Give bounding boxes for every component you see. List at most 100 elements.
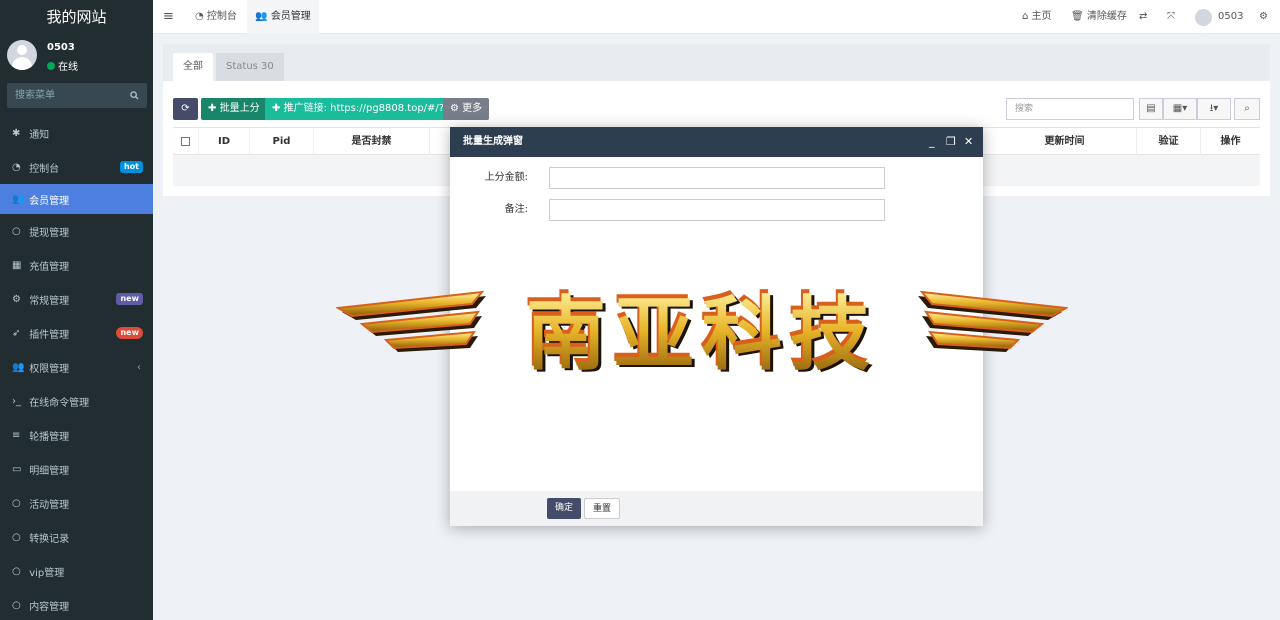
- sidebar-item-label: 插件管理: [29, 329, 70, 341]
- sidebar-item-label: 内容管理: [29, 601, 70, 613]
- refresh-button[interactable]: ⟳: [173, 98, 198, 120]
- sidebar-item-conversions[interactable]: ○ 转换记录: [0, 520, 153, 554]
- column-banned[interactable]: 是否封禁: [314, 128, 430, 156]
- sidebar-item-withdraw[interactable]: ○ 提现管理: [0, 214, 153, 248]
- search-icon: ⌕: [1244, 103, 1250, 114]
- columns-icon: ▦▾: [1172, 103, 1188, 114]
- confirm-button[interactable]: 确定: [547, 498, 582, 519]
- modal-footer: 确定 重置: [450, 491, 983, 526]
- search-icon[interactable]: [130, 83, 139, 108]
- sidebar-item-label: 会员管理: [29, 195, 70, 207]
- clear-cache-label: 清除缓存: [1086, 11, 1127, 22]
- search-menu-input[interactable]: 搜索菜单: [7, 83, 147, 108]
- user-name: 0503: [47, 42, 75, 53]
- sidebar-item-carousel[interactable]: ≡ 轮播管理: [0, 418, 153, 452]
- sidebar-item-label: 通知: [29, 129, 50, 141]
- tab-members[interactable]: 👥 会员管理: [247, 0, 319, 34]
- brand-title[interactable]: 我的网站: [0, 0, 153, 34]
- sidebar-item-label: 权限管理: [29, 363, 70, 375]
- sidebar-item-recharge[interactable]: ▦ 充值管理: [0, 248, 153, 282]
- column-id[interactable]: ID: [199, 128, 250, 156]
- sidebar-item-permissions[interactable]: 👥 权限管理 ‹: [0, 350, 153, 384]
- sidebar-item-activities[interactable]: ○ 活动管理: [0, 486, 153, 520]
- new-badge: new: [116, 327, 143, 339]
- close-icon[interactable]: ✕: [964, 127, 973, 157]
- user-menu[interactable]: 0503: [1195, 0, 1243, 34]
- users-icon: 👥: [12, 193, 25, 205]
- user-status: 在线: [47, 58, 78, 73]
- sidebar-item-vip[interactable]: ○ vip管理: [0, 554, 153, 588]
- sidebar-item-label: 活动管理: [29, 499, 70, 511]
- circle-icon: ○: [12, 497, 21, 509]
- sidebar-item-members[interactable]: 👥 会员管理: [0, 184, 153, 214]
- avatar: [7, 40, 37, 70]
- minimize-icon[interactable]: _: [929, 127, 935, 157]
- sidebar-item-label: 轮播管理: [29, 431, 70, 443]
- table-search-input[interactable]: 搜索: [1006, 98, 1134, 120]
- tab-status-30[interactable]: Status 30: [216, 53, 284, 81]
- calendar-icon: ▭: [12, 463, 22, 475]
- trash-icon: 🗑: [1071, 11, 1084, 22]
- terminal-icon: ›_: [12, 395, 21, 407]
- tab-all[interactable]: 全部: [173, 53, 213, 81]
- sidebar-item-dashboard[interactable]: ◔ 控制台 hot: [0, 150, 153, 184]
- clear-cache-button[interactable]: 🗑 清除缓存: [1071, 0, 1127, 34]
- tab-dashboard[interactable]: ◔ 控制台: [195, 0, 237, 34]
- home-label: 主页: [1031, 11, 1052, 22]
- modal-header: 批量生成弹窗 _ ❐ ✕: [450, 127, 983, 157]
- amount-label: 上分金额:: [484, 172, 528, 183]
- more-button[interactable]: ⚙ 更多: [443, 98, 490, 120]
- sidebar-item-label: 常规管理: [29, 295, 70, 307]
- sidebar-item-label: 提现管理: [29, 227, 70, 239]
- export-button[interactable]: ⭳▾: [1197, 98, 1231, 120]
- new-badge: new: [116, 293, 143, 305]
- top-navbar: ≡ ◔ 控制台 👥 会员管理 ⌂ 主页 🗑 清除缓存 ⇄ ⤧ 0503 ⚙: [153, 0, 1280, 34]
- settings-gear-icon[interactable]: ⚙: [1259, 0, 1268, 34]
- cogs-icon: ⚙: [12, 293, 21, 305]
- column-updated[interactable]: 更新时间: [993, 128, 1137, 156]
- columns-button[interactable]: ▦▾: [1163, 98, 1197, 120]
- batch-add-button[interactable]: ✚ 批量上分: [201, 98, 267, 120]
- online-dot-icon: [47, 61, 55, 70]
- translate-icon[interactable]: ⇄: [1139, 0, 1147, 34]
- sidebar-item-notice[interactable]: ✱ 通知: [0, 116, 153, 150]
- modal-title: 批量生成弹窗: [463, 136, 523, 147]
- sidebar-item-label: vip管理: [29, 567, 65, 579]
- winged-logo-icon: 南亚科技 南亚科技 南亚科技: [334, 284, 1070, 383]
- sidebar-item-label: 在线命令管理: [29, 397, 90, 409]
- dashboard-icon: ◔: [195, 11, 204, 22]
- plus-icon: ✚: [272, 103, 281, 114]
- column-actions[interactable]: 操作: [1201, 128, 1260, 156]
- home-link[interactable]: ⌂ 主页: [1022, 0, 1052, 34]
- sidebar-item-general[interactable]: ⚙ 常规管理 new: [0, 282, 153, 316]
- list-icon: ▤: [1146, 103, 1156, 114]
- export-icon: ⭳▾: [1209, 103, 1219, 114]
- hamburger-icon[interactable]: ≡: [163, 0, 174, 34]
- sidebar: 我的网站 0503 在线 搜索菜单 ✱ 通知 ◔ 控制台 hot 👥 会员管理 ○…: [0, 0, 153, 620]
- remark-input[interactable]: [549, 199, 885, 221]
- sidebar-item-plugins[interactable]: ➶ 插件管理 new: [0, 316, 153, 350]
- column-pid[interactable]: Pid: [250, 128, 314, 156]
- fullscreen-icon[interactable]: ⤧: [1167, 0, 1175, 34]
- panel-tabs: 全部 Status 30: [163, 44, 1270, 81]
- circle-icon: ○: [12, 531, 21, 543]
- watermark-text: 南亚科技: [526, 288, 878, 380]
- bars-icon: ≡: [12, 429, 21, 441]
- column-verify[interactable]: 验证: [1137, 128, 1201, 156]
- sidebar-item-label: 充值管理: [29, 261, 70, 273]
- user-avatar-icon: [1195, 8, 1212, 26]
- sidebar-item-commands[interactable]: ›_ 在线命令管理: [0, 384, 153, 418]
- toggle-view-button[interactable]: ▤: [1139, 98, 1163, 120]
- asterisk-icon: ✱: [12, 127, 21, 139]
- group-icon: 👥: [12, 361, 25, 373]
- gear-icon: ⚙: [450, 103, 459, 114]
- amount-input[interactable]: [549, 167, 885, 189]
- maximize-icon[interactable]: ❐: [946, 127, 956, 157]
- sidebar-item-details[interactable]: ▭ 明细管理: [0, 452, 153, 486]
- advanced-search-button[interactable]: ⌕: [1234, 98, 1260, 120]
- sidebar-item-content[interactable]: ○ 内容管理: [0, 588, 153, 620]
- reset-button[interactable]: 重置: [584, 498, 621, 519]
- home-icon: ⌂: [1022, 11, 1029, 22]
- select-all-checkbox[interactable]: [173, 128, 199, 156]
- user-panel: 0503 在线: [0, 34, 153, 80]
